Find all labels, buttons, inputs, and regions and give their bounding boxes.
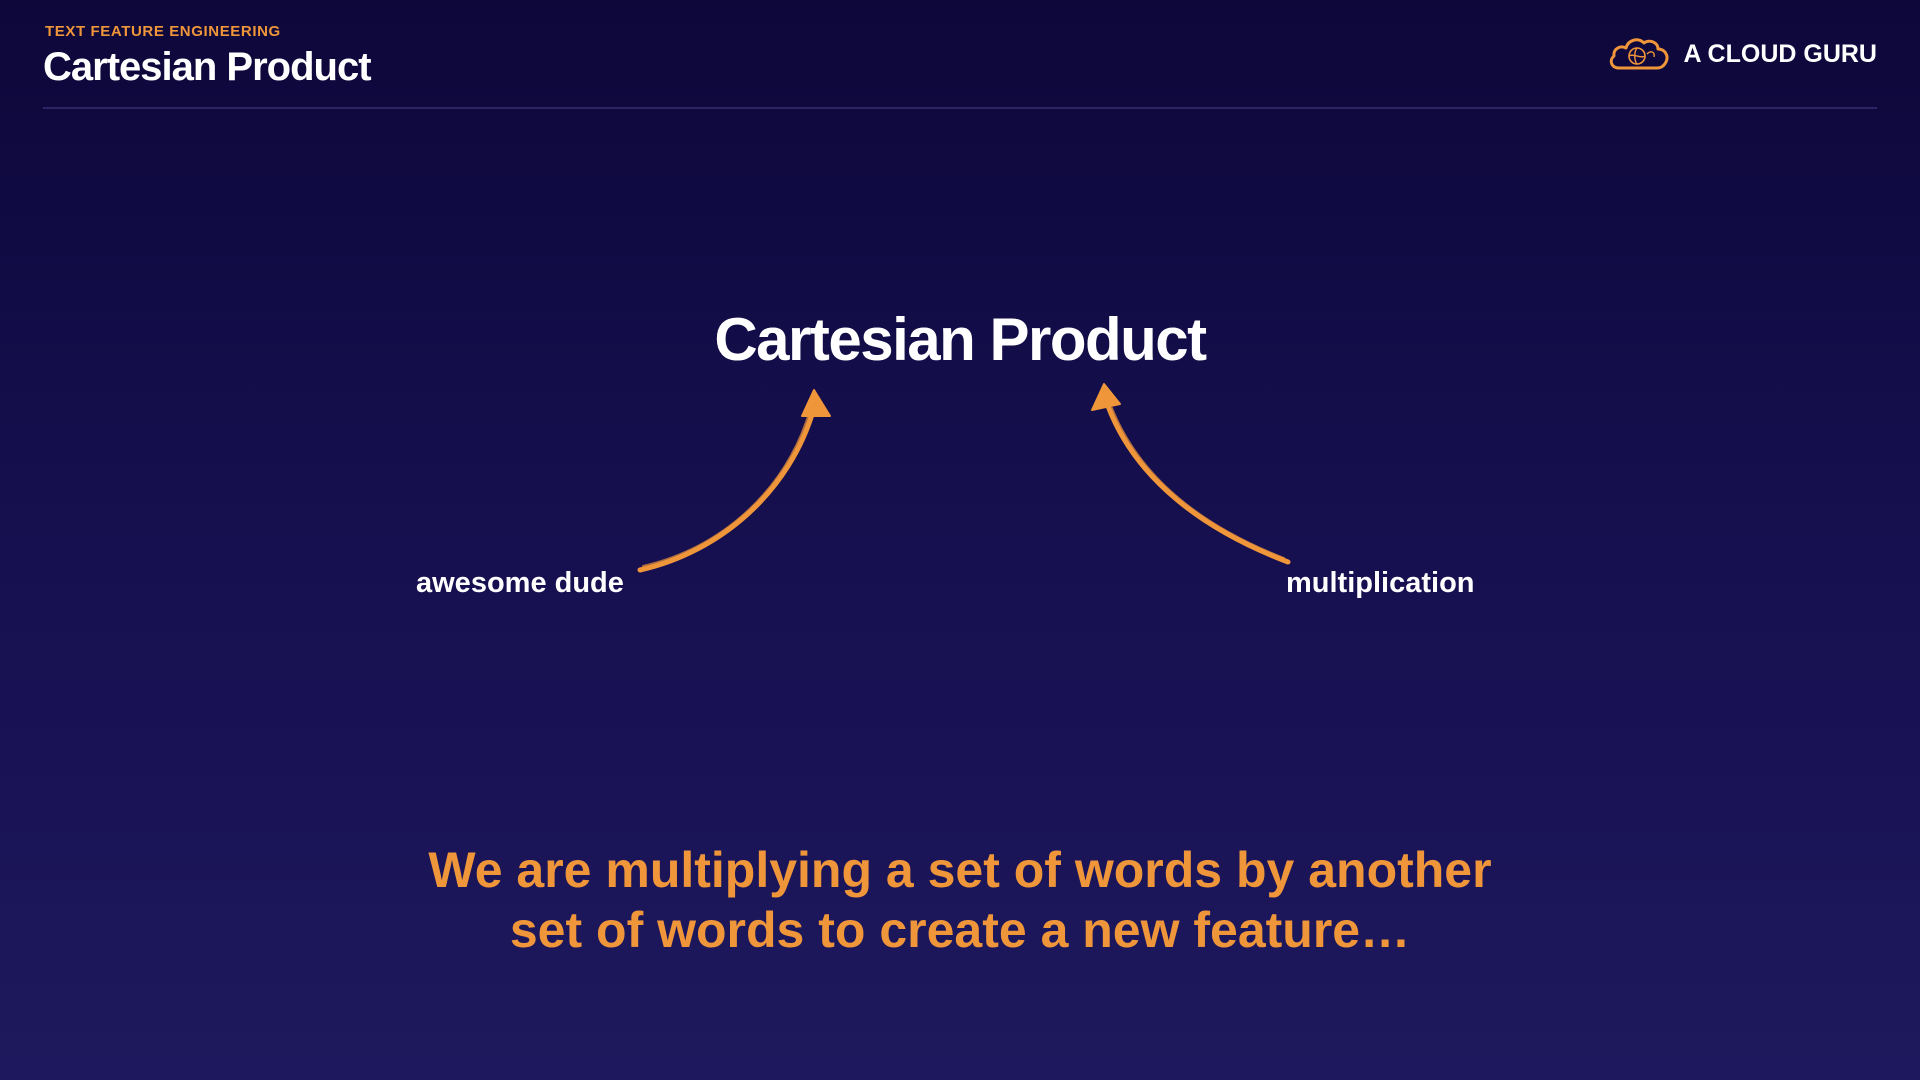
right-term-label: multiplication bbox=[1286, 567, 1475, 599]
caption-line-1: We are multiplying a set of words by ano… bbox=[428, 842, 1492, 898]
hand-drawn-arrow-icon bbox=[1091, 383, 1291, 565]
caption-line-2: set of words to create a new feature… bbox=[509, 902, 1411, 958]
left-term-label: awesome dude bbox=[416, 567, 624, 599]
hand-drawn-arrow-icon bbox=[637, 389, 831, 573]
slide-caption: We are multiplying a set of words by ano… bbox=[260, 840, 1660, 960]
